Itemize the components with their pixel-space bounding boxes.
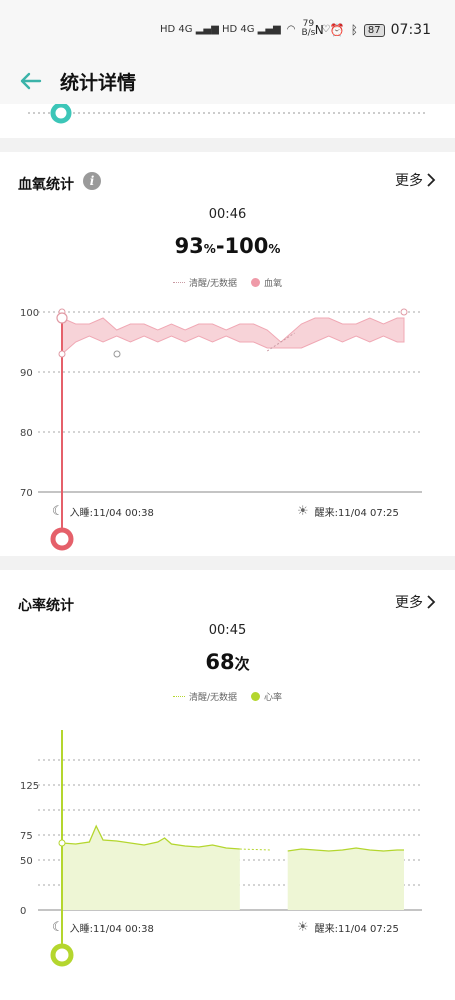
sun-icon: ☀ — [297, 920, 309, 935]
spo2-legend: 清醒/无数据 血氧 — [0, 276, 455, 289]
status-left: HD 4G ▂▄▆ HD 4G ▂▄▆ ◠ 79 B/s ♡ — [160, 20, 330, 38]
moon-icon: ☾ — [52, 504, 64, 519]
legend-hr-label: 心率 — [264, 693, 283, 703]
hr-time: 00:45 — [208, 623, 247, 638]
cursor-point — [56, 312, 68, 324]
cursor-handle — [50, 943, 74, 967]
chevron-right-icon — [427, 595, 436, 609]
spo2-unit-low: % — [203, 242, 216, 256]
net-speed: 79 B/s — [301, 20, 315, 38]
spo2-more-label: 更多 — [395, 173, 423, 189]
back-arrow-icon — [20, 72, 42, 90]
spo2-sleep-label: 入睡:11/04 00:38 — [69, 508, 154, 519]
hr-value: 68次 — [0, 650, 455, 674]
hr-sleep-info: ☾ 入睡:11/04 00:38 — [52, 920, 154, 935]
nfc-icon: N — [314, 23, 324, 37]
hr-unit: 次 — [234, 655, 250, 673]
timeline-marker — [50, 102, 72, 124]
hr-value-number: 68 — [205, 650, 235, 674]
hr-wake-info: ☀ 醒来:11/04 07:25 — [297, 920, 399, 935]
spo2-value-high: 100 — [224, 234, 269, 258]
bluetooth-icon: ᛒ — [350, 23, 358, 37]
cursor-handle — [50, 527, 74, 551]
legend-awake-label: 清醒/无数据 — [188, 693, 238, 703]
legend-awake: 清醒/无数据 — [172, 690, 238, 703]
y-tick-label: 70 — [20, 488, 33, 499]
heart-rate-card: 心率统计 更多 00:45 68次 清醒/无数据 心率 125 75 50 0 ☾ 入… — [0, 570, 455, 1000]
dot-icon — [251, 278, 261, 287]
spo2-wake-info: ☀ 醒来:11/04 07:25 — [297, 504, 399, 519]
spo2-value-low: 93 — [174, 234, 204, 258]
y-tick-label: 80 — [20, 428, 33, 439]
y-tick-label: 50 — [20, 856, 33, 867]
y-tick-label: 90 — [20, 368, 33, 379]
cursor-point — [58, 839, 66, 847]
legend-spo2: 血氧 — [251, 276, 282, 289]
hr-legend: 清醒/无数据 心率 — [0, 690, 455, 703]
wifi-icon: ◠ — [286, 23, 296, 35]
hr-sleep-label: 入睡:11/04 00:38 — [69, 924, 154, 935]
spo2-unit-high: % — [268, 242, 281, 256]
spo2-more-link[interactable]: 更多 — [395, 170, 437, 190]
net-speed-unit: B/s — [301, 28, 316, 38]
app-header: 统计详情 — [0, 60, 455, 104]
spo2-wake-label: 醒来:11/04 07:25 — [314, 508, 399, 519]
chevron-right-icon — [427, 173, 436, 187]
hr-chart[interactable]: 125 75 50 0 — [0, 720, 455, 1000]
info-icon[interactable]: i — [83, 172, 101, 190]
dot-icon — [251, 692, 261, 701]
spo2-value: 93%-100% — [174, 234, 281, 258]
alarm-icon: ⏰ — [329, 23, 345, 37]
legend-hr: 心率 — [251, 690, 282, 703]
hr-wake-label: 醒来:11/04 07:25 — [314, 924, 399, 935]
hr-more-link[interactable]: 更多 — [395, 592, 437, 612]
min-point — [58, 350, 66, 358]
dashed-line-icon — [172, 696, 185, 697]
hr-area-2 — [287, 848, 404, 910]
hr-title: 心率统计 — [18, 598, 74, 614]
battery-indicator: 87 — [363, 23, 385, 37]
spo2-card: 血氧统计 i 更多 00:46 93%-100% 清醒/无数据 血氧 100 90… — [0, 152, 455, 556]
hr-more-label: 更多 — [395, 595, 423, 611]
y-tick-label: 100 — [20, 308, 39, 319]
previous-chart-remnant — [0, 102, 455, 138]
status-bar: HD 4G ▂▄▆ HD 4G ▂▄▆ ◠ 79 B/s ♡ N ⏰ ᛒ 87 … — [0, 0, 455, 60]
dashed-line-icon — [172, 282, 185, 283]
page-title: 统计详情 — [60, 72, 137, 94]
awake-line — [239, 848, 271, 851]
spo2-time: 00:46 — [208, 207, 247, 222]
hr-area-1 — [62, 826, 240, 910]
spo2-title: 血氧统计 — [18, 177, 74, 193]
sun-icon: ☀ — [297, 504, 309, 519]
spo2-band — [61, 317, 405, 356]
y-tick-label: 0 — [20, 906, 26, 917]
status-right: N ⏰ ᛒ 87 07:31 — [315, 22, 431, 38]
clock: 07:31 — [390, 22, 431, 38]
y-tick-label: 75 — [20, 831, 33, 842]
legend-awake-label: 清醒/无数据 — [188, 279, 238, 289]
back-button[interactable] — [16, 66, 46, 96]
spo2-sleep-info: ☾ 入睡:11/04 00:38 — [52, 504, 154, 519]
moon-icon: ☾ — [52, 920, 64, 935]
end-point — [400, 308, 408, 316]
y-tick-label: 125 — [20, 781, 39, 792]
signal-icon: HD 4G ▂▄▆ HD 4G ▂▄▆ — [160, 23, 281, 35]
legend-spo2-label: 血氧 — [264, 279, 283, 289]
outlier-point — [113, 350, 121, 358]
legend-awake: 清醒/无数据 — [172, 276, 238, 289]
